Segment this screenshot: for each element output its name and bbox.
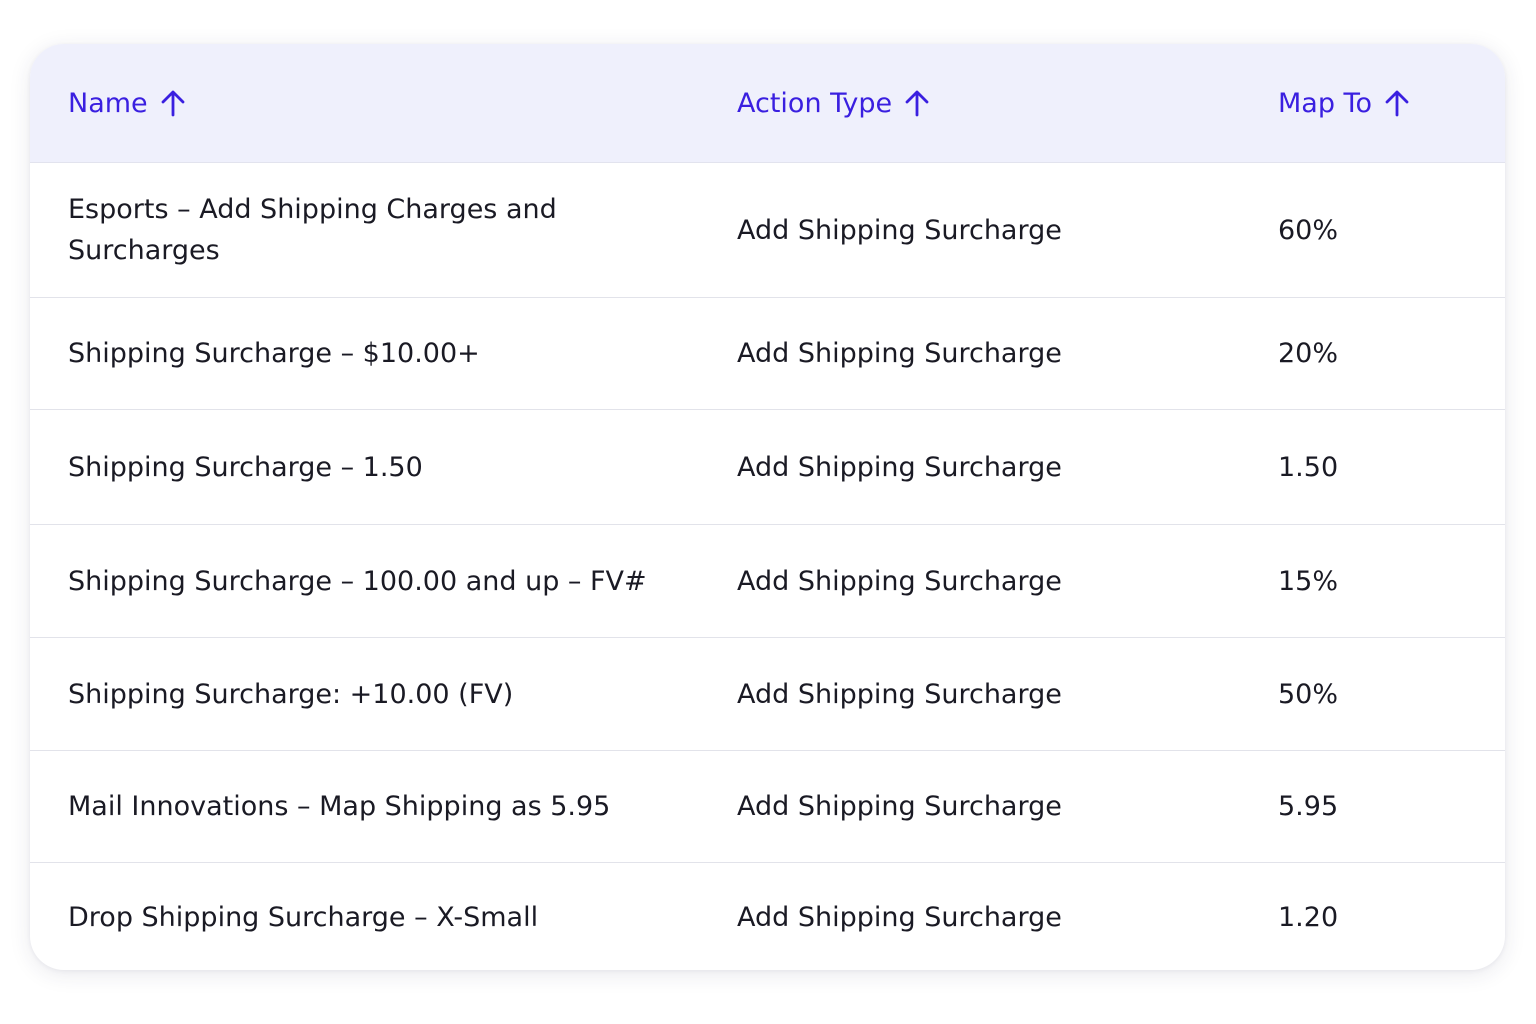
table-row[interactable]: Drop Shipping Surcharge – X-Small Add Sh…	[30, 863, 1505, 970]
cell-action-type: Add Shipping Surcharge	[737, 678, 1062, 710]
table-row[interactable]: Shipping Surcharge – 1.50 Add Shipping S…	[30, 410, 1505, 525]
cell-action-type: Add Shipping Surcharge	[737, 214, 1062, 246]
cell-action-type: Add Shipping Surcharge	[737, 901, 1062, 933]
cell-map-to: 15%	[1278, 565, 1339, 597]
table-header: Name Action Type Map To	[30, 44, 1505, 163]
table-row[interactable]: Esports – Add Shipping Charges and Surch…	[30, 163, 1505, 298]
cell-name: Shipping Surcharge – 100.00 and up – FV#	[68, 565, 647, 597]
column-header-label: Action Type	[737, 87, 893, 119]
table-row[interactable]: Shipping Surcharge – $10.00+ Add Shippin…	[30, 298, 1505, 410]
cell-action-type: Add Shipping Surcharge	[737, 451, 1062, 483]
cell-action-type: Add Shipping Surcharge	[737, 338, 1062, 369]
data-table: Name Action Type Map To Esports – Add Sh…	[30, 44, 1505, 970]
cell-map-to: 50%	[1278, 678, 1339, 710]
sort-arrow-up-icon	[161, 90, 185, 117]
cell-map-to: 1.20	[1278, 901, 1339, 933]
table-row[interactable]: Mail Innovations – Map Shipping as 5.95 …	[30, 751, 1505, 863]
cell-map-to: 20%	[1278, 338, 1339, 369]
cell-map-to: 60%	[1278, 214, 1339, 246]
cell-name: Mail Innovations – Map Shipping as 5.95	[68, 791, 611, 822]
cell-name: Shipping Surcharge – 1.50	[68, 451, 423, 483]
column-header-map-to[interactable]: Map To	[1278, 44, 1410, 162]
table-row[interactable]: Shipping Surcharge: +10.00 (FV) Add Ship…	[30, 638, 1505, 751]
column-header-label: Map To	[1278, 87, 1372, 119]
cell-name: Shipping Surcharge: +10.00 (FV)	[68, 678, 514, 710]
cell-name: Shipping Surcharge – $10.00+	[68, 338, 480, 369]
sort-arrow-up-icon	[1385, 90, 1409, 117]
cell-map-to: 5.95	[1278, 791, 1339, 822]
column-header-label: Name	[68, 87, 148, 119]
cell-action-type: Add Shipping Surcharge	[737, 791, 1062, 822]
cell-map-to: 1.50	[1278, 451, 1339, 483]
cell-name: Esports – Add Shipping Charges and Surch…	[68, 194, 557, 266]
cell-action-type: Add Shipping Surcharge	[737, 565, 1062, 597]
cell-name: Drop Shipping Surcharge – X-Small	[68, 901, 539, 933]
sort-arrow-up-icon	[905, 90, 929, 117]
column-header-action-type[interactable]: Action Type	[737, 44, 930, 162]
table-row[interactable]: Shipping Surcharge – 100.00 and up – FV#…	[30, 525, 1505, 638]
column-header-name[interactable]: Name	[68, 44, 186, 162]
